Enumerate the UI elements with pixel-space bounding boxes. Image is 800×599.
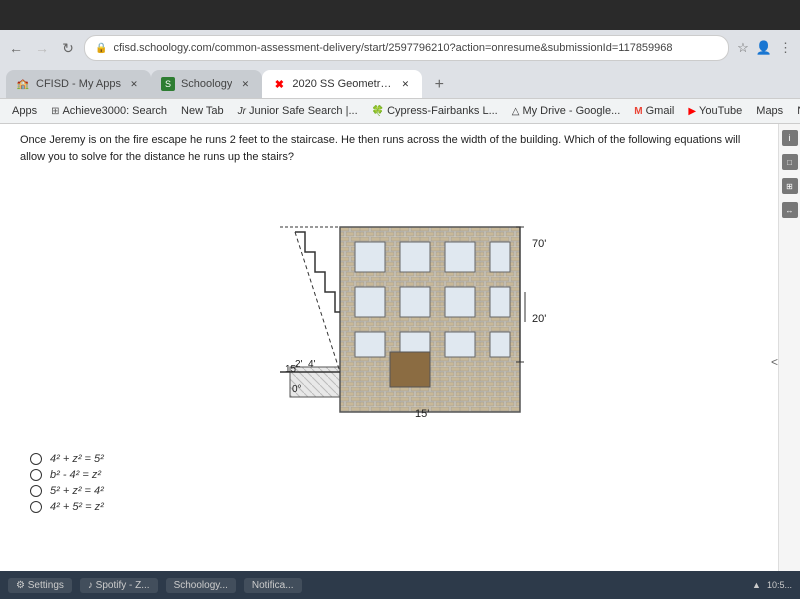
new-tab-button[interactable]: + <box>426 72 452 98</box>
taskbar-notifica[interactable]: Notifica... <box>244 578 302 593</box>
tab-close-myapps[interactable]: ✕ <box>127 77 141 91</box>
address-right-icons: ☆ 👤 ⋮ <box>735 38 794 58</box>
taskbar-time: 10:5... <box>767 580 792 590</box>
radio-a[interactable] <box>30 453 42 465</box>
svg-text:70': 70' <box>532 238 546 250</box>
answer-options: 4² + z² = 5² b² - 4² = z² 5² + z² = 4² 4… <box>0 441 800 525</box>
diagram-container: 70' 20' 15' 2' 4' 15' 0° <box>240 177 560 437</box>
address-bar-row: ← → ↻ 🔒 cfisd.schoology.com/common-asses… <box>0 30 800 66</box>
tab-favicon-edgenuity: ✖ <box>272 77 286 91</box>
bookmark-newtab[interactable]: New Tab <box>175 103 230 119</box>
back-button[interactable]: ← <box>6 38 26 58</box>
answer-text-b: b² - 4² = z² <box>50 469 101 481</box>
address-url: cfisd.schoology.com/common-assessment-de… <box>113 42 718 54</box>
bookmark-drive[interactable]: △ My Drive - Google... <box>506 103 627 119</box>
browser-frame: ← → ↻ 🔒 cfisd.schoology.com/common-asses… <box>0 30 800 124</box>
diagram-area: 70' 20' 15' 2' 4' 15' 0° <box>0 173 800 441</box>
question-text: Once Jeremy is on the fire escape he run… <box>0 124 800 173</box>
answer-option-d[interactable]: 4² + 5² = z² <box>30 501 770 513</box>
achieve-icon: ⊞ <box>51 106 59 117</box>
tab-close-schoology[interactable]: ✕ <box>238 77 252 91</box>
page-content: Once Jeremy is on the fire escape he run… <box>0 124 800 599</box>
building-diagram: 70' 20' 15' 2' 4' 15' 0° <box>240 177 560 432</box>
bookmark-juniorsafe-label: Junior Safe Search |... <box>249 105 358 117</box>
svg-text:20': 20' <box>532 313 546 325</box>
taskbar: ⚙ Settings ♪ Spotify - Z... Schoology...… <box>0 571 800 599</box>
svg-text:15': 15' <box>415 408 429 420</box>
radio-b[interactable] <box>30 469 42 481</box>
answer-text-c: 5² + z² = 4² <box>50 485 104 497</box>
svg-text:0°: 0° <box>292 384 302 395</box>
bookmark-drive-label: My Drive - Google... <box>522 105 620 117</box>
tab-myapps[interactable]: 🏫 CFISD - My Apps ✕ <box>6 70 151 98</box>
bookmark-apps[interactable]: Apps <box>6 103 43 119</box>
tab-edgenuity[interactable]: ✖ 2020 SS Geometry B - Edgenuity ✕ <box>262 70 422 98</box>
bookmark-cypress-label: Cypress-Fairbanks L... <box>387 105 498 117</box>
panel-icon-grid[interactable]: ⊞ <box>782 178 798 194</box>
answer-text-a: 4² + z² = 5² <box>50 453 104 465</box>
bookmark-youtube[interactable]: ▶ YouTube <box>682 103 748 119</box>
forward-button[interactable]: → <box>32 38 52 58</box>
radio-d[interactable] <box>30 501 42 513</box>
answer-text-d: 4² + 5² = z² <box>50 501 104 513</box>
taskbar-systray: ▲ <box>752 580 761 590</box>
reload-button[interactable]: ↻ <box>58 38 78 58</box>
tab-label-edgenuity: 2020 SS Geometry B - Edgenuity <box>292 78 392 90</box>
tab-label-myapps: CFISD - My Apps <box>36 78 121 90</box>
bookmark-cypress[interactable]: 🍀 Cypress-Fairbanks L... <box>366 103 504 119</box>
radio-c[interactable] <box>30 485 42 497</box>
taskbar-spotify[interactable]: ♪ Spotify - Z... <box>80 578 158 593</box>
taskbar-right: ▲ 10:5... <box>752 580 792 590</box>
svg-text:4': 4' <box>308 359 316 370</box>
gmail-icon: M <box>634 106 642 117</box>
account-icon[interactable]: 👤 <box>754 38 774 58</box>
bookmark-juniorsafe[interactable]: Jr Junior Safe Search |... <box>232 103 364 119</box>
svg-text:15': 15' <box>285 364 298 375</box>
bookmark-maps[interactable]: Maps <box>750 103 789 119</box>
drive-icon: △ <box>512 106 520 117</box>
bookmark-apps-label: Apps <box>12 105 37 117</box>
juniorsafe-icon: Jr <box>238 106 246 117</box>
bookmark-news[interactable]: News <box>791 103 800 119</box>
panel-icon-expand[interactable]: ↔ <box>782 202 798 218</box>
right-panel: i □ ⊞ ↔ <box>778 124 800 599</box>
tab-label-schoology: Schoology <box>181 78 232 90</box>
cypress-icon: 🍀 <box>372 106 384 117</box>
star-icon[interactable]: ☆ <box>735 38 751 58</box>
answer-option-b[interactable]: b² - 4² = z² <box>30 469 770 481</box>
bookmarks-bar: Apps ⊞ Achieve3000: Search New Tab Jr Ju… <box>0 98 800 124</box>
taskbar-schoology[interactable]: Schoology... <box>166 578 236 593</box>
bookmark-youtube-label: YouTube <box>699 105 742 117</box>
bookmark-gmail-label: Gmail <box>646 105 675 117</box>
panel-icon-info[interactable]: i <box>782 130 798 146</box>
tab-favicon-schoology: S <box>161 77 175 91</box>
collapse-arrow[interactable]: < <box>771 355 778 369</box>
taskbar-left: ⚙ Settings ♪ Spotify - Z... Schoology...… <box>8 578 302 593</box>
youtube-icon: ▶ <box>688 106 696 117</box>
bookmark-maps-label: Maps <box>756 105 783 117</box>
question-body: Once Jeremy is on the fire escape he run… <box>20 134 740 163</box>
bookmark-gmail[interactable]: M Gmail <box>628 103 680 119</box>
bookmark-newtab-label: New Tab <box>181 105 224 117</box>
tab-favicon-myapps: 🏫 <box>16 77 30 91</box>
bookmark-achieve3000-label: Achieve3000: Search <box>62 105 167 117</box>
taskbar-settings[interactable]: ⚙ Settings <box>8 578 72 593</box>
address-box[interactable]: 🔒 cfisd.schoology.com/common-assessment-… <box>84 35 729 61</box>
menu-icon[interactable]: ⋮ <box>777 38 794 58</box>
panel-icon-square[interactable]: □ <box>782 154 798 170</box>
bookmark-achieve3000[interactable]: ⊞ Achieve3000: Search <box>45 103 173 119</box>
lock-icon: 🔒 <box>95 43 107 54</box>
os-bar <box>0 0 800 30</box>
answer-option-c[interactable]: 5² + z² = 4² <box>30 485 770 497</box>
tabs-row: 🏫 CFISD - My Apps ✕ S Schoology ✕ ✖ 2020… <box>0 66 800 98</box>
tab-schoology[interactable]: S Schoology ✕ <box>151 70 262 98</box>
tab-close-edgenuity[interactable]: ✕ <box>398 77 412 91</box>
answer-option-a[interactable]: 4² + z² = 5² <box>30 453 770 465</box>
